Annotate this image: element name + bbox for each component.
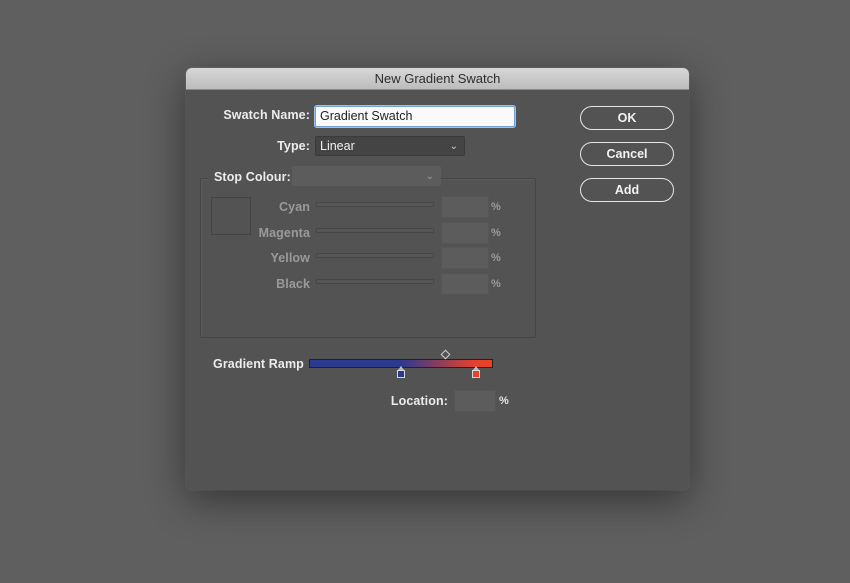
cancel-button[interactable]: Cancel xyxy=(580,142,674,166)
magenta-value-field[interactable] xyxy=(441,222,489,244)
magenta-label: Magenta xyxy=(258,226,310,240)
gradient-ramp-label: Gradient Ramp xyxy=(213,357,304,371)
new-gradient-swatch-dialog: New Gradient Swatch Swatch Name: Type: L… xyxy=(186,68,689,490)
cyan-unit: % xyxy=(491,201,501,213)
type-label: Type: xyxy=(277,139,310,153)
stop-colour-select[interactable]: ⌄ xyxy=(292,166,441,186)
location-unit: % xyxy=(499,395,509,407)
cyan-slider[interactable] xyxy=(316,202,434,207)
add-button[interactable]: Add xyxy=(580,178,674,202)
yellow-slider[interactable] xyxy=(316,253,434,258)
swatch-name-input[interactable] xyxy=(315,106,515,127)
yellow-unit: % xyxy=(491,252,501,264)
type-select[interactable]: Linear ⌄ xyxy=(315,136,465,156)
black-slider[interactable] xyxy=(316,279,434,284)
gradient-stop-red[interactable] xyxy=(472,366,481,378)
yellow-label: Yellow xyxy=(270,251,310,265)
gradient-midpoint-handle[interactable] xyxy=(440,349,451,360)
swatch-name-label: Swatch Name: xyxy=(223,108,310,122)
ok-button[interactable]: OK xyxy=(580,106,674,130)
location-label: Location: xyxy=(390,394,448,408)
stop-colour-label: Stop Colour: xyxy=(208,170,297,184)
magenta-slider[interactable] xyxy=(316,228,434,233)
yellow-value-field[interactable] xyxy=(441,247,489,269)
dialog-title[interactable]: New Gradient Swatch xyxy=(186,68,689,90)
black-unit: % xyxy=(491,278,501,290)
location-value-field[interactable] xyxy=(454,390,496,412)
gradient-stop-blue[interactable] xyxy=(397,366,405,378)
black-label: Black xyxy=(276,277,310,291)
magenta-unit: % xyxy=(491,227,501,239)
type-selected-value: Linear xyxy=(320,139,355,153)
cyan-label: Cyan xyxy=(279,200,310,214)
chevron-down-icon: ⌄ xyxy=(425,171,434,182)
cyan-value-field[interactable] xyxy=(441,196,489,218)
black-value-field[interactable] xyxy=(441,273,489,295)
chevron-down-icon: ⌄ xyxy=(449,141,458,152)
